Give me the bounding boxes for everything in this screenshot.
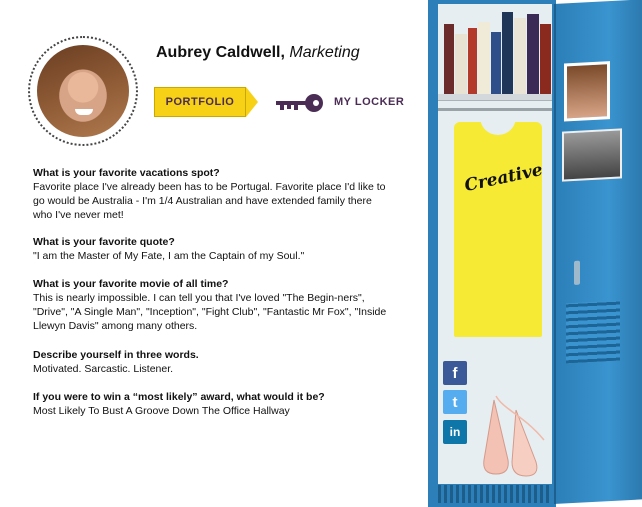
- qa-item-quote: What is your favorite quote? "I am the M…: [33, 235, 388, 263]
- answer: Motivated. Sarcastic. Listener.: [33, 363, 174, 375]
- avatar-smile: [75, 109, 93, 115]
- qa-item-three-words: Describe yourself in three words. Motiva…: [33, 348, 388, 376]
- profile-name: Aubrey Caldwell,: [156, 44, 285, 61]
- door-vent: [566, 300, 620, 364]
- book: [478, 22, 490, 94]
- book: [527, 14, 539, 94]
- book: [455, 34, 467, 94]
- shirt: [454, 122, 542, 337]
- qa-item-vacation: What is your favorite vacations spot? Fa…: [33, 166, 388, 222]
- twitter-icon[interactable]: t: [443, 390, 467, 414]
- book: [491, 32, 501, 94]
- answer: This is nearly impossible. I can tell yo…: [33, 292, 387, 332]
- photo-group: [562, 128, 622, 182]
- profile-department: Marketing: [289, 44, 360, 61]
- key-icon: [276, 94, 323, 112]
- answer: Favorite place I've already been has to …: [33, 181, 386, 221]
- qa-item-award: If you were to win a “most likely” award…: [33, 390, 388, 418]
- portfolio-button-tip: [246, 87, 258, 117]
- photo-portrait: [564, 61, 610, 122]
- hanger-rod: [438, 108, 552, 111]
- qa-item-movie: What is your favorite movie of all time?…: [33, 277, 388, 333]
- portfolio-button[interactable]: PORTFOLIO: [154, 87, 246, 117]
- question: What is your favorite vacations spot?: [33, 167, 220, 179]
- profile-heading: Aubrey Caldwell, Marketing: [156, 44, 360, 62]
- my-locker-link[interactable]: MY LOCKER: [334, 96, 404, 108]
- question: Describe yourself in three words.: [33, 349, 199, 361]
- question: What is your favorite quote?: [33, 236, 175, 248]
- book: [468, 28, 477, 94]
- ballet-shoes-icon: [483, 395, 545, 477]
- book: [502, 12, 513, 94]
- book: [514, 18, 526, 94]
- answer: "I am the Master of My Fate, I am the Ca…: [33, 250, 305, 262]
- facebook-icon[interactable]: f: [443, 361, 467, 385]
- book: [444, 24, 454, 94]
- book: [540, 24, 551, 94]
- question: If you were to win a “most likely” award…: [33, 391, 325, 403]
- locker-shelf: [438, 94, 552, 101]
- locker-bottom-vent: [438, 485, 552, 503]
- locker-door: [554, 0, 642, 505]
- answer: Most Likely To Bust A Groove Down The Of…: [33, 405, 290, 417]
- door-handle: [574, 260, 580, 285]
- avatar: [37, 45, 129, 137]
- question: What is your favorite movie of all time?: [33, 278, 229, 290]
- linkedin-icon[interactable]: in: [443, 420, 467, 444]
